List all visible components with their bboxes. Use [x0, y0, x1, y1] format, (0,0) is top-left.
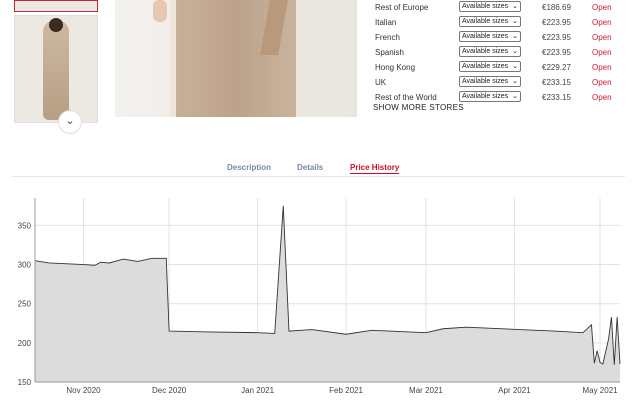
- hand-image: [153, 0, 167, 22]
- chevron-down-icon: ⌄: [512, 3, 518, 10]
- store-list: Rest of Europe Available sizes ⌄ €186.69 Ope…: [372, 0, 640, 105]
- sizes-select[interactable]: Available sizes ⌄: [459, 16, 521, 27]
- x-tick-label: May 2021: [582, 386, 618, 395]
- store-open-link[interactable]: Open: [592, 33, 612, 42]
- store-price: €223.95: [542, 48, 571, 57]
- y-tick-label: 150: [18, 378, 32, 387]
- y-tick-label: 200: [18, 339, 32, 348]
- x-tick-label: Dec 2020: [152, 386, 187, 395]
- thumbnail-image-head: [49, 18, 63, 32]
- chevron-down-icon: ⌄: [512, 18, 518, 25]
- sizes-select-value: Available sizes: [462, 3, 509, 10]
- store-name: UK: [375, 78, 387, 87]
- chevron-down-icon: ⌄: [512, 93, 518, 100]
- store-price: €233.15: [542, 78, 571, 87]
- store-open-link[interactable]: Open: [592, 63, 612, 72]
- store-price: €233.15: [542, 93, 571, 102]
- store-name: Spanish: [375, 48, 404, 57]
- sizes-select[interactable]: Available sizes ⌄: [459, 46, 521, 57]
- x-tick-label: Nov 2020: [66, 386, 101, 395]
- store-name: French: [375, 33, 400, 42]
- store-row: UK Available sizes ⌄ €233.15 Open: [372, 75, 640, 90]
- sizes-select[interactable]: Available sizes ⌄: [459, 91, 521, 102]
- price-history-chart: 150 200 250 300 350 Nov 2020 Dec 2020 Jan 2021 F…: [18, 198, 621, 395]
- store-price: €223.95: [542, 33, 571, 42]
- tab-bar: Description Details Price History: [0, 160, 640, 176]
- y-tick-label: 250: [18, 300, 32, 309]
- price-area: [35, 205, 620, 382]
- sizes-select-value: Available sizes: [462, 93, 509, 100]
- tab-description[interactable]: Description: [227, 163, 271, 172]
- show-more-stores-link[interactable]: SHOW MORE STORES: [373, 103, 464, 112]
- chevron-down-icon: ⌄: [512, 33, 518, 40]
- store-open-link[interactable]: Open: [592, 3, 612, 12]
- sizes-select[interactable]: Available sizes ⌄: [459, 76, 521, 87]
- store-name: Rest of the World: [375, 93, 437, 102]
- store-name: Rest of Europe: [375, 3, 429, 12]
- y-tick-label: 350: [18, 221, 32, 230]
- x-tick-label: Feb 2021: [329, 386, 363, 395]
- tab-divider: [12, 176, 625, 177]
- product-main-image[interactable]: [115, 0, 357, 117]
- store-open-link[interactable]: Open: [592, 78, 612, 87]
- x-tick-label: Apr 2021: [498, 386, 531, 395]
- sizes-select-value: Available sizes: [462, 78, 509, 85]
- thumbnail-strip: ⌄: [14, 0, 98, 134]
- store-row: Rest of Europe Available sizes ⌄ €186.69 Ope…: [372, 0, 640, 15]
- store-open-link[interactable]: Open: [592, 48, 612, 57]
- tab-price-history[interactable]: Price History: [350, 163, 400, 174]
- sizes-select-value: Available sizes: [462, 63, 509, 70]
- store-price: €229.27: [542, 63, 571, 72]
- chevron-down-icon: ⌄: [512, 48, 518, 55]
- sizes-select[interactable]: Available sizes ⌄: [459, 31, 521, 42]
- thumbnail-2[interactable]: [14, 15, 98, 123]
- store-open-link[interactable]: Open: [592, 93, 612, 102]
- store-row: French Available sizes ⌄ €223.95 Open: [372, 30, 640, 45]
- x-tick-label: Jan 2021: [241, 386, 274, 395]
- store-open-link[interactable]: Open: [592, 18, 612, 27]
- chevron-down-icon: ⌄: [512, 63, 518, 70]
- chevron-down-icon[interactable]: ⌄: [58, 110, 82, 134]
- chevron-down-icon: ⌄: [512, 78, 518, 85]
- thumbnail-image: [43, 20, 69, 120]
- x-tick-label: Mar 2021: [409, 386, 443, 395]
- thumbnail-1[interactable]: [14, 0, 98, 12]
- y-tick-label: 300: [18, 261, 32, 270]
- store-row: Hong Kong Available sizes ⌄ €229.27 Open: [372, 60, 640, 75]
- sizes-select[interactable]: Available sizes ⌄: [459, 1, 521, 12]
- store-price: €223.95: [542, 18, 571, 27]
- store-row: Spanish Available sizes ⌄ €223.95 Open: [372, 45, 640, 60]
- sizes-select-value: Available sizes: [462, 18, 509, 25]
- store-name: Hong Kong: [375, 63, 416, 72]
- store-price: €186.69: [542, 3, 571, 12]
- store-name: Italian: [375, 18, 397, 27]
- sizes-select-value: Available sizes: [462, 48, 509, 55]
- store-row: Italian Available sizes ⌄ €223.95 Open: [372, 15, 640, 30]
- sizes-select[interactable]: Available sizes ⌄: [459, 61, 521, 72]
- tab-details[interactable]: Details: [297, 163, 323, 172]
- sizes-select-value: Available sizes: [462, 33, 509, 40]
